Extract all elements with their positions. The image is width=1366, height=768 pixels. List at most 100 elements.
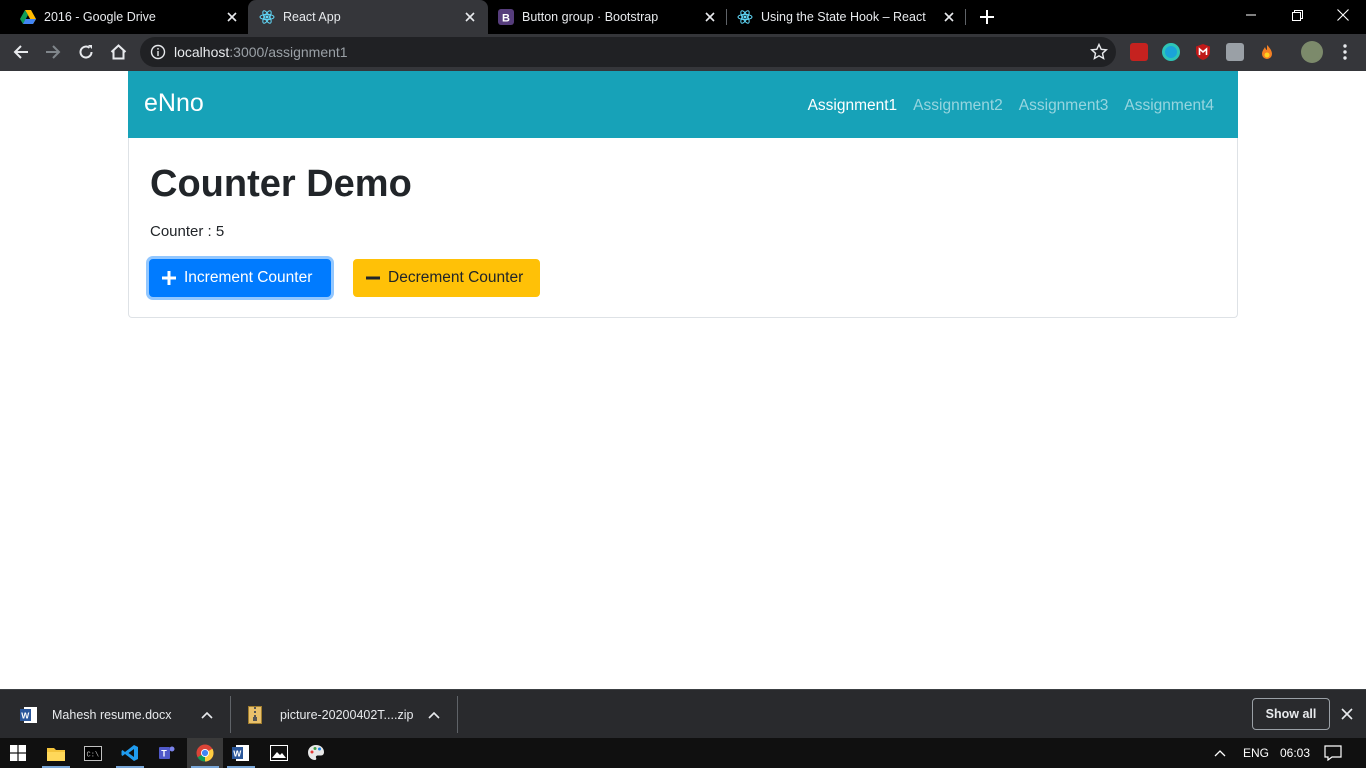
extension-grey-icon[interactable] — [1226, 43, 1244, 61]
svg-text:T: T — [161, 749, 167, 759]
browser-tab-strip: 2016 - Google Drive React App B Button g… — [0, 0, 1366, 34]
windows-taskbar: C:\ T W ENG 06:03 — [0, 738, 1366, 768]
download-separator — [457, 696, 458, 733]
bootstrap-icon: B — [498, 9, 514, 25]
close-tab-icon[interactable] — [702, 9, 718, 25]
tab-google-drive[interactable]: 2016 - Google Drive — [0, 0, 248, 34]
increment-counter-button[interactable]: Increment Counter — [149, 259, 331, 297]
info-icon[interactable] — [150, 44, 166, 60]
chrome-menu-button[interactable] — [1333, 40, 1357, 64]
close-tab-icon[interactable] — [224, 9, 240, 25]
taskbar-teams[interactable]: T — [149, 738, 185, 768]
download-filename: picture-20200402T....zip — [280, 707, 414, 722]
folder-icon — [47, 747, 65, 761]
download-shelf: W Mahesh resume.docx picture-20200402T..… — [0, 689, 1366, 739]
close-tab-icon[interactable] — [941, 9, 957, 25]
taskbar-word[interactable]: W — [223, 738, 259, 768]
word-icon: W — [232, 745, 249, 761]
extension-teal-icon[interactable] — [1162, 43, 1180, 61]
taskbar-cmd[interactable]: C:\ — [75, 738, 111, 768]
chevron-up-icon — [1214, 750, 1226, 757]
new-tab-button[interactable] — [977, 7, 997, 27]
close-icon — [1337, 9, 1349, 21]
forward-button[interactable] — [41, 40, 65, 64]
tab-react-app[interactable]: React App — [248, 0, 488, 34]
paint-palette-icon — [308, 745, 324, 760]
browser-toolbar: localhost:3000/assignment1 — [0, 34, 1366, 71]
decrement-counter-button[interactable]: Decrement Counter — [353, 259, 540, 297]
minimize-button[interactable] — [1228, 0, 1274, 30]
close-window-button[interactable] — [1320, 0, 1366, 30]
url-path: :3000/assignment1 — [229, 44, 348, 60]
word-doc-icon: W — [20, 706, 38, 724]
counter-display: Counter : 5 — [150, 223, 224, 240]
nav-link-assignment1[interactable]: Assignment1 — [808, 97, 898, 115]
notification-icon — [1324, 745, 1342, 761]
tab-title: Using the State Hook – React — [761, 10, 926, 24]
chevron-up-icon[interactable] — [427, 708, 441, 722]
restore-icon — [1291, 9, 1303, 21]
tab-title: React App — [283, 10, 341, 24]
windows-start-button[interactable] — [0, 738, 36, 768]
download-filename: Mahesh resume.docx — [52, 707, 172, 722]
nav-link-assignment3[interactable]: Assignment3 — [1019, 97, 1109, 115]
zip-file-icon — [248, 705, 266, 724]
minus-icon — [366, 271, 380, 285]
google-drive-icon — [20, 9, 36, 25]
more-vertical-icon — [1343, 44, 1347, 60]
taskbar-file-explorer[interactable] — [38, 738, 74, 768]
action-center-button[interactable] — [1316, 738, 1350, 768]
plus-icon — [162, 271, 176, 285]
home-icon — [110, 44, 126, 60]
svg-text:W: W — [21, 710, 30, 720]
extension-flame-icon[interactable] — [1258, 43, 1276, 61]
tab-title: Button group · Bootstrap — [522, 10, 659, 24]
close-icon[interactable] — [1339, 706, 1355, 722]
taskbar-photos[interactable] — [261, 738, 297, 768]
close-tab-icon[interactable] — [462, 9, 478, 25]
navbar: eNno Assignment1 Assignment2 Assignment3… — [128, 71, 1238, 138]
nav-link-assignment2[interactable]: Assignment2 — [913, 97, 1003, 115]
home-button[interactable] — [106, 40, 130, 64]
show-all-downloads-button[interactable]: Show all — [1252, 698, 1330, 730]
address-bar[interactable]: localhost:3000/assignment1 — [140, 37, 1116, 67]
nav-link-assignment4[interactable]: Assignment4 — [1124, 97, 1214, 115]
extension-red-icon[interactable] — [1130, 43, 1148, 61]
reload-icon — [79, 45, 93, 59]
svg-text:B: B — [502, 13, 510, 25]
react-icon — [259, 9, 275, 25]
tab-title: 2016 - Google Drive — [44, 10, 156, 24]
navbar-brand[interactable]: eNno — [144, 89, 204, 118]
taskbar-chrome[interactable] — [187, 738, 223, 768]
tab-separator — [965, 9, 966, 25]
mcafee-shield-icon[interactable] — [1194, 43, 1212, 61]
counter-card: Counter Demo Counter : 5 Increment Count… — [128, 138, 1238, 318]
page-title: Counter Demo — [150, 163, 412, 205]
restore-button[interactable] — [1274, 0, 1320, 30]
photos-icon — [270, 745, 288, 761]
vscode-icon — [121, 745, 138, 761]
reload-button[interactable] — [74, 40, 98, 64]
counter-label: Counter : — [150, 223, 216, 240]
taskbar-vscode[interactable] — [112, 738, 148, 768]
plus-icon — [980, 10, 994, 24]
chevron-up-icon[interactable] — [200, 708, 214, 722]
svg-text:W: W — [233, 749, 242, 759]
download-item[interactable]: W Mahesh resume.docx — [20, 690, 230, 739]
download-item[interactable]: picture-20200402T....zip — [248, 690, 456, 739]
counter-value: 5 — [215, 223, 225, 240]
react-icon — [737, 9, 753, 25]
tab-state-hook[interactable]: Using the State Hook – React — [727, 0, 965, 34]
back-button[interactable] — [9, 40, 33, 64]
avatar[interactable] — [1301, 41, 1323, 63]
input-language[interactable]: ENG — [1243, 746, 1269, 760]
taskbar-paint[interactable] — [298, 738, 334, 768]
tab-bootstrap[interactable]: B Button group · Bootstrap — [488, 0, 726, 34]
url-text[interactable]: localhost:3000/assignment1 — [174, 44, 348, 60]
minimize-icon — [1246, 14, 1256, 16]
show-hidden-icons[interactable] — [1208, 738, 1232, 768]
clock[interactable]: 06:03 — [1280, 746, 1310, 760]
url-host: localhost — [174, 44, 230, 60]
bookmark-star-icon[interactable] — [1090, 43, 1108, 61]
command-prompt-icon: C:\ — [84, 745, 102, 761]
